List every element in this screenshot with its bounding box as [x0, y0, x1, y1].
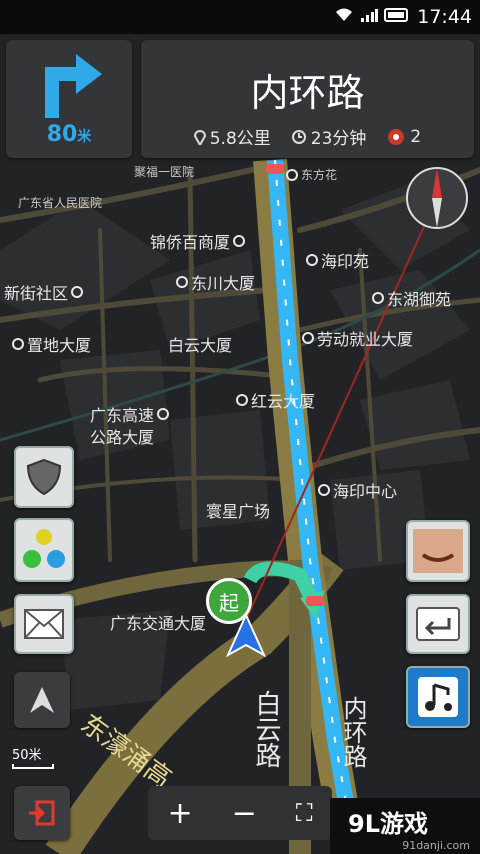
zoom-in-button[interactable]: + — [167, 796, 192, 831]
poi-label: 新街社区 — [4, 280, 84, 304]
signal-icon — [361, 9, 378, 22]
poi-label: 白云大厦 — [168, 336, 233, 355]
current-road-name: 内环路 — [250, 71, 365, 115]
wifi-icon — [336, 8, 352, 21]
camera-marker — [266, 164, 284, 174]
poi-marker-icon — [302, 332, 314, 344]
poi-label: 聚福一医院 — [134, 165, 195, 179]
back-button[interactable] — [406, 594, 470, 654]
camera-marker — [306, 596, 324, 606]
watermark-title: 9L游戏 — [348, 810, 428, 838]
road-label: 内环路 — [339, 696, 367, 768]
exit-icon — [29, 800, 55, 826]
watermark-site: 91danji.com — [402, 839, 470, 852]
remaining-distance: 5.8公里 — [209, 129, 271, 149]
battery-icon — [384, 8, 408, 22]
poi-label: 锦侨百商厦 — [150, 229, 246, 253]
zoom-out-button[interactable]: − — [232, 796, 257, 831]
poi-marker-icon — [286, 168, 298, 181]
poi-label: 东川大厦 — [176, 270, 255, 294]
road-info-card: 内环路 5.8公里 23分钟 2 — [141, 40, 474, 158]
watermark: 9L游戏 91danji.com — [330, 798, 480, 854]
status-time: 17:44 — [417, 6, 472, 28]
compass[interactable] — [406, 167, 468, 229]
shield-icon — [26, 458, 62, 496]
turn-instruction-card: 80米 — [6, 40, 132, 158]
poi-label: 广东省人民医院 — [18, 196, 103, 210]
north-up-button[interactable] — [14, 672, 70, 728]
music-icon — [418, 677, 458, 717]
poi-label: 海印苑 — [306, 248, 369, 272]
face-icon — [413, 529, 463, 573]
exit-button[interactable] — [14, 786, 70, 840]
poi-marker-icon — [12, 338, 24, 350]
poi-label: 寰星广场 — [206, 502, 271, 521]
status-icons — [334, 8, 410, 22]
clock-icon — [291, 129, 306, 144]
poi-marker-icon — [372, 292, 384, 304]
return-icon — [416, 607, 460, 641]
driving-mode-button[interactable] — [14, 446, 74, 508]
poi-label: 劳动就业大厦 — [302, 326, 413, 350]
poi-label: 东湖御苑 — [372, 286, 451, 310]
remaining-time: 23分钟 — [310, 129, 367, 149]
zoom-controls: + − ⛶ — [148, 786, 332, 840]
start-marker: 起 — [206, 578, 252, 624]
road-label: 白云路 — [251, 690, 281, 768]
social-icon — [23, 529, 65, 568]
mail-icon — [24, 609, 64, 639]
camera-count: 2 — [410, 126, 422, 147]
navigation-arrow-icon — [30, 687, 54, 713]
music-button[interactable] — [406, 666, 470, 728]
poi-label: 置地大厦 — [12, 332, 91, 356]
location-pin-icon — [193, 129, 206, 145]
status-bar: 17:44 — [0, 0, 480, 34]
poi-label: 海印中心 — [318, 478, 397, 502]
camera-icon — [388, 128, 405, 145]
voice-button[interactable] — [406, 520, 470, 582]
poi-label: 广东高速 — [90, 402, 170, 426]
poi-marker-icon — [176, 276, 188, 288]
poi-label: 红云大厦 — [236, 388, 315, 412]
poi-marker-icon — [157, 408, 170, 420]
poi-marker-icon — [318, 484, 330, 496]
poi-marker-icon — [306, 254, 318, 266]
trip-summary: 5.8公里 23分钟 2 — [141, 124, 474, 149]
turn-distance: 80米 — [46, 122, 92, 147]
poi-marker-icon — [71, 286, 84, 298]
poi-marker-icon — [233, 235, 246, 247]
poi-marker-icon — [236, 394, 248, 406]
poi-label: 公路大厦 — [90, 428, 155, 447]
poi-label: 东方花 — [286, 166, 337, 183]
fullscreen-button[interactable]: ⛶ — [296, 799, 313, 827]
poi-label: 广东交通大厦 — [110, 614, 207, 633]
message-button[interactable] — [14, 594, 74, 654]
turn-right-icon — [45, 54, 102, 118]
scale-bar — [12, 764, 54, 769]
scale-label: 50米 — [12, 748, 42, 763]
layers-button[interactable] — [14, 518, 74, 582]
